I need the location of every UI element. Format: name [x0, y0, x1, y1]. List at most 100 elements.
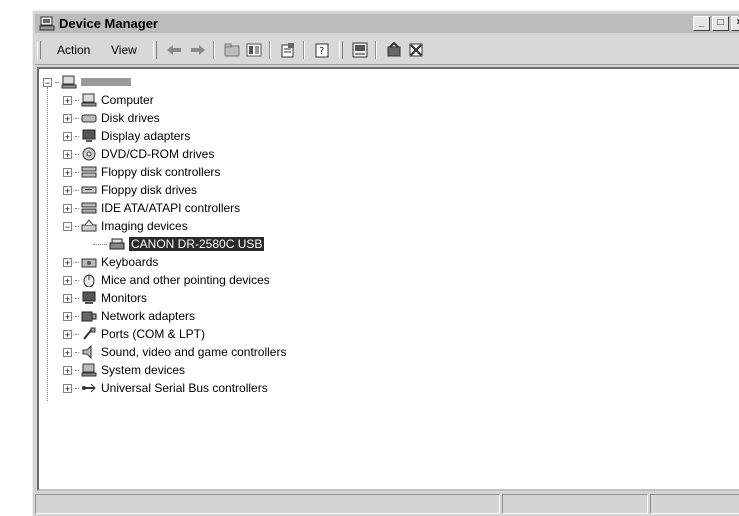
menu-view[interactable]: View	[111, 43, 137, 57]
expand-icon[interactable]: +	[63, 257, 72, 267]
svg-text:?: ?	[319, 46, 324, 57]
scan-hardware-icon[interactable]	[349, 40, 371, 60]
keyboard-icon	[81, 258, 97, 268]
expand-icon[interactable]: +	[63, 95, 72, 105]
status-pane-2	[502, 494, 648, 514]
tree-root[interactable]: −	[43, 73, 131, 91]
expand-icon[interactable]: +	[63, 131, 72, 141]
tree-category-label: DVD/CD-ROM drives	[101, 147, 215, 161]
tree-category-label: Disk drives	[101, 111, 160, 125]
toolbar-grip-3[interactable]	[339, 41, 343, 59]
title-bar[interactable]: Device Manager _ □ ×	[35, 14, 739, 33]
tree-device-label: CANON DR-2580C USB	[129, 237, 265, 251]
tree-category-3[interactable]: + DVD/CD-ROM drives	[63, 145, 214, 163]
tree-connector	[75, 189, 79, 191]
device-manager-window: Device Manager _ □ × Action View ?	[32, 10, 739, 516]
back-icon[interactable]	[163, 40, 185, 60]
disk-drive-icon	[81, 114, 97, 123]
status-pane-1	[35, 494, 501, 514]
computer-icon	[81, 93, 97, 107]
toolbar-separator	[303, 41, 305, 59]
tree-category-5[interactable]: + Floppy disk drives	[63, 181, 197, 199]
expand-icon[interactable]: +	[63, 185, 72, 195]
toolbar-separator	[213, 41, 215, 59]
expand-icon[interactable]: +	[63, 383, 72, 393]
network-adapter-icon	[81, 311, 97, 322]
maximize-button[interactable]: □	[712, 16, 729, 31]
properties-icon[interactable]	[277, 40, 299, 60]
expand-icon[interactable]: +	[63, 203, 72, 213]
tree-category-7[interactable]: − Imaging devices	[63, 217, 188, 235]
tree-connector	[75, 279, 79, 281]
tree-category-label: System devices	[101, 363, 186, 377]
toolbar-separator	[269, 41, 271, 59]
collapse-icon[interactable]: −	[63, 221, 72, 231]
tree-category-label: Ports (COM & LPT)	[101, 327, 206, 341]
tree-connector	[75, 225, 79, 227]
tree-category-15[interactable]: + Universal Serial Bus controllers	[63, 379, 268, 397]
port-icon	[83, 327, 96, 340]
tree-category-label: Floppy disk drives	[101, 183, 198, 197]
tree-category-4[interactable]: + Floppy disk controllers	[63, 163, 220, 181]
collapse-icon[interactable]: −	[43, 77, 52, 87]
close-button[interactable]: ×	[731, 16, 739, 31]
toolbar-grip[interactable]	[37, 41, 41, 59]
tree-category-10[interactable]: + Monitors	[63, 289, 147, 307]
status-bar	[35, 494, 739, 514]
up-folder-icon[interactable]	[221, 40, 243, 60]
floppy-drive-icon	[81, 186, 97, 194]
tree-category-8[interactable]: + Keyboards	[63, 253, 158, 271]
help-icon[interactable]: ?	[311, 40, 333, 60]
window-title: Device Manager	[59, 16, 158, 31]
expand-icon[interactable]: +	[63, 113, 72, 123]
toolbar: Action View ?	[35, 36, 739, 65]
tree-category-label: Universal Serial Bus controllers	[101, 381, 268, 395]
show-hide-tree-icon[interactable]	[243, 40, 265, 60]
forward-icon[interactable]	[187, 40, 209, 60]
cdrom-icon	[82, 147, 96, 161]
expand-icon[interactable]: +	[63, 167, 72, 177]
tree-category-label: Keyboards	[101, 255, 159, 269]
tree-category-11[interactable]: + Network adapters	[63, 307, 195, 325]
expand-icon[interactable]: +	[63, 347, 72, 357]
tree-category-9[interactable]: + Mice and other pointing devices	[63, 271, 270, 289]
tree-category-12[interactable]: + Ports (COM & LPT)	[63, 325, 205, 343]
device-tree[interactable]: − + Computer + Disk drives + Display adapters…	[37, 67, 739, 491]
monitor-icon	[82, 291, 96, 304]
tree-category-2[interactable]: + Display adapters	[63, 127, 190, 145]
computer-root-icon	[61, 75, 77, 89]
ide-controller-icon	[81, 202, 97, 214]
tree-device-7-0[interactable]: CANON DR-2580C USB	[93, 235, 265, 253]
sound-icon	[82, 345, 92, 359]
display-icon	[82, 129, 96, 142]
expand-icon[interactable]: +	[63, 275, 72, 285]
tree-connector	[75, 117, 79, 119]
expand-icon[interactable]: +	[63, 149, 72, 159]
tree-connector	[75, 135, 79, 137]
tree-connector	[75, 387, 79, 389]
update-driver-icon[interactable]	[383, 40, 405, 60]
toolbar-grip-2[interactable]	[153, 41, 157, 59]
expand-icon[interactable]: +	[63, 293, 72, 303]
minimize-button[interactable]: _	[693, 16, 710, 31]
imaging-device-icon	[81, 219, 97, 232]
tree-category-label: Network adapters	[101, 309, 196, 323]
tree-category-0[interactable]: + Computer	[63, 91, 154, 109]
tree-category-label: Mice and other pointing devices	[101, 273, 270, 287]
tree-connector	[75, 315, 79, 317]
expand-icon[interactable]: +	[63, 311, 72, 321]
menu-action[interactable]: Action	[57, 43, 90, 57]
tree-category-13[interactable]: + Sound, video and game controllers	[63, 343, 286, 361]
tree-connector	[75, 351, 79, 353]
tree-connector	[75, 207, 79, 209]
uninstall-icon[interactable]	[405, 40, 427, 60]
system-device-icon	[81, 363, 97, 377]
expand-icon[interactable]: +	[63, 365, 72, 375]
tree-category-label: Sound, video and game controllers	[101, 345, 287, 359]
tree-category-6[interactable]: + IDE ATA/ATAPI controllers	[63, 199, 240, 217]
tree-category-14[interactable]: + System devices	[63, 361, 185, 379]
tree-category-1[interactable]: + Disk drives	[63, 109, 160, 127]
tree-connector	[75, 153, 79, 155]
expand-icon[interactable]: +	[63, 329, 72, 339]
window-controls: _ □ ×	[693, 16, 739, 31]
